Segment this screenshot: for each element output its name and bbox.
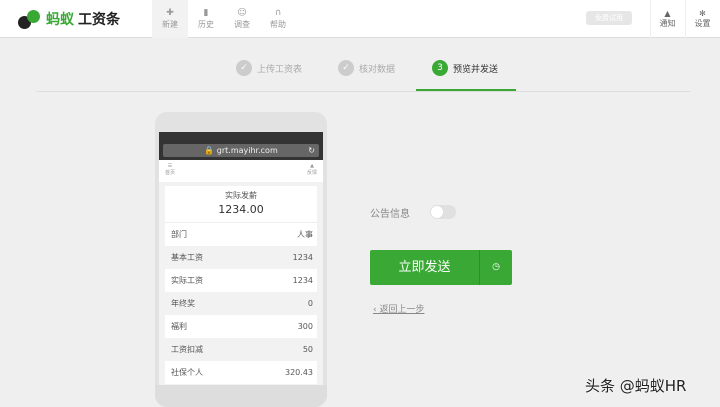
divider [36,91,690,92]
send-now-label: 立即发送 [370,250,480,285]
row-key: 年终奖 [171,299,195,308]
notify-label: 通知 [659,19,676,28]
row-value: 300 [297,322,313,331]
step-preview-send[interactable]: 3 预览并发送 [432,60,498,76]
logo[interactable]: 蚂蚁 工资条 [16,6,120,32]
help-icon: ∩ [274,8,282,18]
schedule-clock-icon[interactable]: ◷ [480,250,512,285]
nav-label: 历史 [198,20,214,29]
nav-label: 调查 [234,20,250,29]
notice-label: 公告信息 [370,209,410,220]
step-number: 3 [432,60,448,76]
nav-label: 新建 [162,20,178,29]
notifications-button[interactable]: ▲ 通知 [650,0,684,38]
nav-new[interactable]: ✚ 新建 [152,0,188,38]
phone-toolbar: ☰ 首页 ▲ 反馈 [159,160,323,182]
free-trial-button[interactable]: 免费试用 [586,11,632,25]
row-key: 实际工资 [171,276,203,285]
payslip-row: 社保个人 320.43 [165,361,317,384]
step-label: 核对数据 [359,64,396,75]
payslip-row: 部门 人事 [165,223,317,246]
row-key: 工资扣减 [171,345,203,354]
notice-toggle[interactable] [430,205,456,219]
row-key: 基本工资 [171,253,203,262]
row-key: 社保个人 [171,368,203,377]
brand-part2: 工资条 [78,12,120,28]
pay-summary: 实际发薪 1234.00 [165,190,317,223]
survey-icon: ☺ [237,8,247,18]
payslip-row: 福利 300 [165,315,317,338]
summary-value: 1234.00 [218,203,264,216]
payslip-row: 基本工资 1234 [165,246,317,269]
nav-history[interactable]: ▮ 历史 [188,0,224,38]
step-label: 上传工资表 [257,64,303,75]
gear-icon: ✻ [699,9,706,18]
back-link[interactable]: ‹ 返回上一步 [373,302,424,315]
settings-label: 设置 [694,19,711,28]
phone-screen[interactable]: ☰ 首页 ▲ 反馈 实际发薪 1234.00 部门 人事基本工资 1234 实际工资 123… [159,160,323,385]
ant-logo-icon [16,6,42,32]
nav-label: 帮助 [270,20,286,29]
feedback-tab: ▲ 反馈 [306,163,317,176]
check-icon: ✓ [338,60,354,76]
toggle-knob [431,206,443,218]
tab-label: 反馈 [306,170,317,176]
row-key: 部门 [171,230,187,239]
browser-bar: 🔒 grt.mayihr.com ↻ [159,132,323,160]
phone-bottom [155,385,327,407]
row-value: 1234 [292,253,313,262]
history-icon: ▮ [203,8,209,18]
step-upload[interactable]: ✓ 上传工资表 [236,60,302,76]
url-bar: 🔒 grt.mayihr.com ↻ [163,144,319,157]
home-tab: ☰ 首页 [165,163,176,176]
url-text: grt.mayihr.com [216,146,278,155]
row-key: 福利 [171,322,187,331]
back-label: 返回上一步 [379,305,425,315]
nav-survey[interactable]: ☺ 调查 [224,0,260,38]
phone-preview: 🔒 grt.mayihr.com ↻ ☰ 首页 ▲ 反馈 实际发薪 1234.00 部… [155,112,327,407]
payslip-row: 实际工资 1234 [165,269,317,292]
bell-icon: ▲ [664,9,671,18]
payslip-row: 工资扣减 50 [165,338,317,361]
payslip-card: 实际发薪 1234.00 部门 人事基本工资 1234 实际工资 1234 年终奖 0 福利 3… [165,186,317,384]
new-icon: ✚ [166,8,174,18]
row-value: 50 [302,345,313,354]
step-label: 预览并发送 [453,64,499,75]
send-now-button[interactable]: 立即发送 ◷ [370,250,512,285]
row-value: 320.43 [285,368,313,377]
summary-label: 实际发薪 [225,191,257,200]
row-value: 0 [307,299,313,308]
brand-part1: 蚂蚁 [46,12,74,28]
nav-help[interactable]: ∩ 帮助 [260,0,296,38]
top-header: 蚂蚁 工资条 ✚ 新建 ▮ 历史 ☺ 调查 ∩ 帮助 免费试用 ▲ 通知 ✻ 设置 [0,0,720,38]
row-value: 人事 [297,230,313,239]
main-nav: ✚ 新建 ▮ 历史 ☺ 调查 ∩ 帮助 [152,0,296,38]
tab-label: 首页 [165,170,176,176]
active-step-indicator [416,89,516,91]
check-icon: ✓ [236,60,252,76]
refresh-icon: ↻ [308,146,315,155]
payslip-row: 年终奖 0 [165,292,317,315]
row-value: 1234 [292,276,313,285]
watermark: 头条 @蚂蚁HR [585,377,687,395]
step-verify[interactable]: ✓ 核对数据 [338,60,395,76]
settings-button[interactable]: ✻ 设置 [685,0,719,38]
